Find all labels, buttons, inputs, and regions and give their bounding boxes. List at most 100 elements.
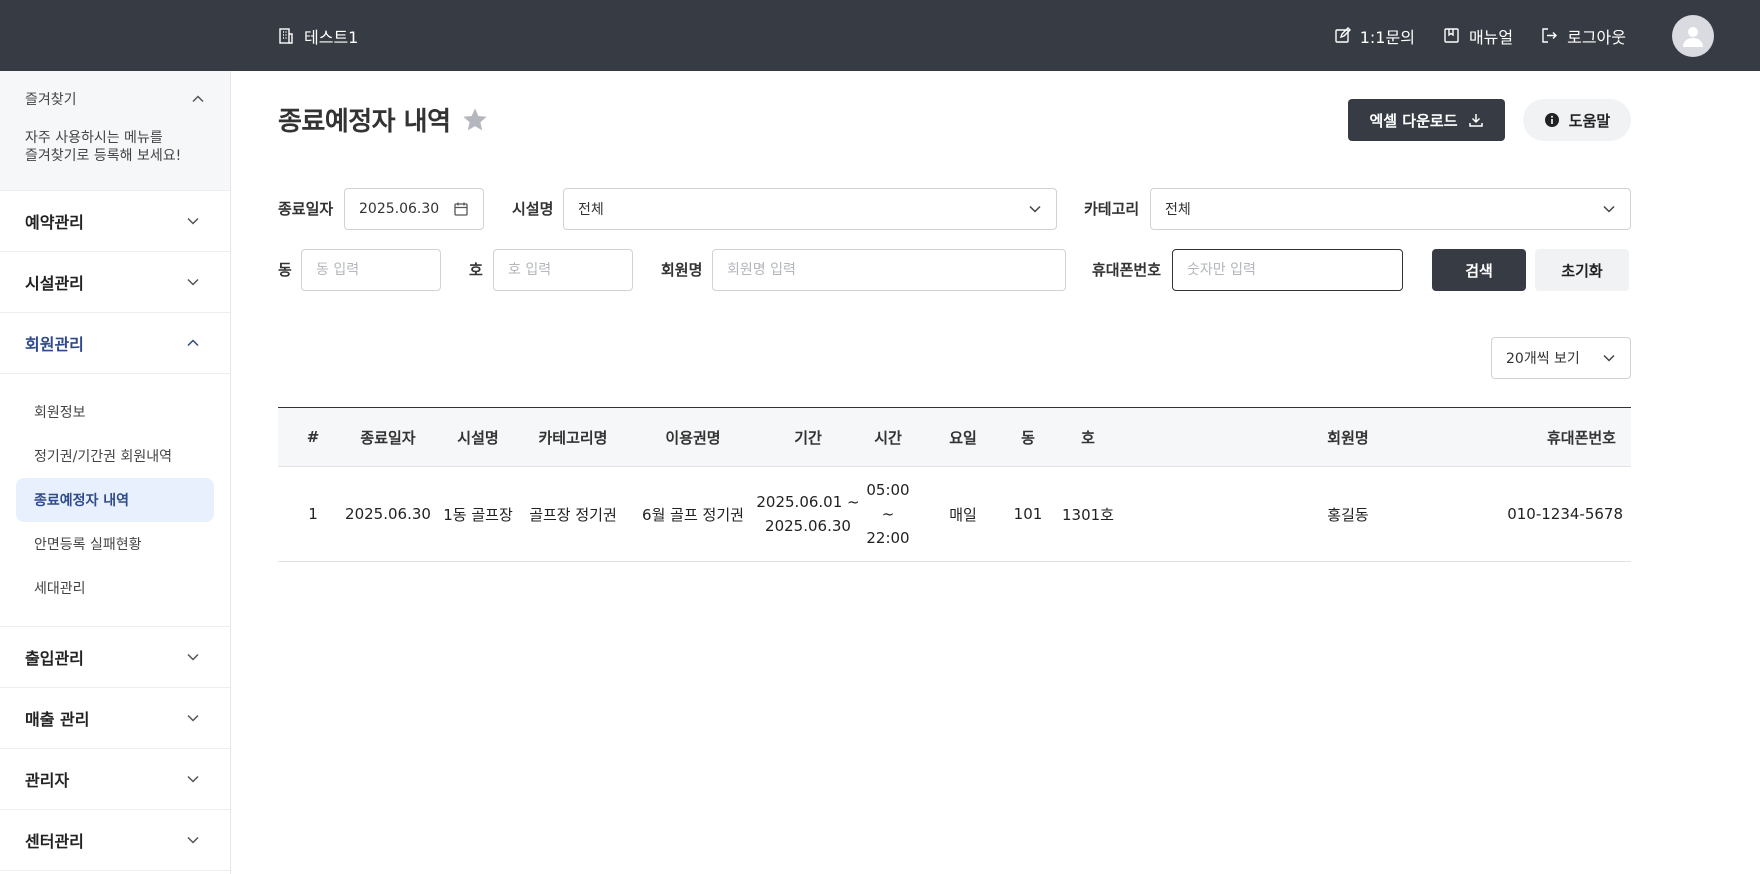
manual-link[interactable]: 매뉴얼 — [1443, 24, 1513, 48]
page-size-value: 20개씩 보기 — [1506, 351, 1580, 367]
members-submenu: 회원정보 정기권/기간권 회원내역 종료예정자 내역 안면등록 실패현황 세대관… — [0, 374, 230, 627]
inquiry-link[interactable]: 1:1문의 — [1334, 24, 1415, 48]
excel-download-button[interactable]: 엑셀 다운로드 — [1348, 99, 1505, 141]
cell-time-start: 05:00 ~ — [866, 481, 910, 523]
cell-dong: 101 — [1013, 505, 1043, 523]
dong-input[interactable] — [301, 249, 441, 291]
favorites-panel: 즐겨찾기 자주 사용하시는 메뉴를 즐겨찾기로 등록해 보세요! — [0, 71, 230, 191]
chevron-down-icon — [186, 772, 200, 786]
phone-input[interactable] — [1172, 249, 1403, 291]
favorites-desc-line2: 즐겨찾기로 등록해 보세요! — [25, 148, 182, 164]
cell-period-start: 2025.06.01 ~ — [756, 493, 860, 511]
reset-button[interactable]: 초기화 — [1535, 249, 1629, 291]
logout-icon — [1541, 27, 1558, 44]
submenu-item-label: 정기권/기간권 회원내역 — [34, 449, 172, 465]
end-date-picker[interactable]: 2025.06.30 — [344, 188, 484, 230]
search-button[interactable]: 검색 — [1432, 249, 1526, 291]
cell-period: 2025.06.01 ~ 2025.06.30 — [753, 467, 863, 561]
cell-end-date: 2025.06.30 — [345, 505, 431, 523]
calendar-icon — [453, 201, 469, 217]
column-header: 종료일자 — [360, 428, 416, 447]
cell-time: 05:00 ~ 22:00 — [858, 467, 918, 561]
submenu-item-label: 종료예정자 내역 — [34, 493, 130, 509]
chevron-down-icon — [186, 711, 200, 725]
user-icon — [1681, 24, 1705, 48]
sidebar-item-sales[interactable]: 매출 관리 — [0, 688, 230, 749]
page-size-select[interactable]: 20개씩 보기 — [1491, 337, 1631, 379]
sidebar-item-label: 시설관리 — [25, 274, 84, 293]
column-header: 회원명 — [1327, 428, 1369, 447]
chevron-down-icon — [186, 214, 200, 228]
sidebar: 즐겨찾기 자주 사용하시는 메뉴를 즐겨찾기로 등록해 보세요! 예약관리 시설… — [0, 71, 231, 874]
book-icon — [1443, 27, 1460, 44]
column-header: 호 — [1081, 428, 1095, 447]
submenu-item-member-info[interactable]: 회원정보 — [16, 390, 214, 434]
favorites-description: 자주 사용하시는 메뉴를 즐겨찾기로 등록해 보세요! — [25, 129, 205, 165]
favorites-title: 즐겨찾기 — [25, 92, 77, 108]
help-button[interactable]: 도움말 — [1523, 99, 1631, 141]
sidebar-item-center[interactable]: 센터관리 — [0, 810, 230, 871]
logout-link[interactable]: 로그아웃 — [1541, 24, 1626, 48]
category-select[interactable]: 전체 — [1150, 188, 1631, 230]
sidebar-item-access[interactable]: 출입관리 — [0, 627, 230, 688]
chevron-down-icon — [186, 833, 200, 847]
member-name-label: 회원명 — [661, 261, 703, 279]
page-title: 종료예정자 내역 — [278, 101, 489, 138]
end-date-value: 2025.06.30 — [359, 201, 440, 217]
inquiry-label: 1:1문의 — [1359, 27, 1415, 47]
logout-label: 로그아웃 — [1567, 27, 1626, 47]
column-header: 기간 — [794, 428, 822, 447]
category-label: 카테고리 — [1084, 200, 1140, 218]
favorites-header[interactable]: 즐겨찾기 — [25, 89, 205, 109]
facility-value: 전체 — [578, 202, 604, 218]
member-name-input[interactable] — [712, 249, 1066, 291]
excel-download-label: 엑셀 다운로드 — [1369, 111, 1458, 130]
chevron-down-icon — [1028, 202, 1042, 216]
page-title-text: 종료예정자 내역 — [278, 107, 451, 137]
column-header: 이용권명 — [665, 428, 721, 447]
favorites-desc-line1: 자주 사용하시는 메뉴를 — [25, 130, 163, 146]
main-content: 종료예정자 내역 엑셀 다운로드 도움말 종료일자 2025.06.30 시설명… — [231, 71, 1760, 874]
submenu-item-pass-members[interactable]: 정기권/기간권 회원내역 — [16, 434, 214, 478]
submenu-item-label: 안면등록 실패현황 — [34, 537, 142, 553]
star-icon[interactable] — [461, 106, 489, 134]
column-header: 동 — [1021, 428, 1035, 447]
cell-ho: 1301호 — [1062, 505, 1114, 524]
ho-input[interactable] — [493, 249, 633, 291]
submenu-item-label: 회원정보 — [34, 405, 86, 421]
building-icon — [277, 27, 295, 45]
chevron-down-icon — [186, 275, 200, 289]
cell-time-end: 22:00 — [866, 529, 910, 547]
org-name[interactable]: 테스트1 — [277, 0, 358, 71]
phone-label: 휴대폰번호 — [1092, 261, 1162, 279]
sidebar-item-label: 출입관리 — [25, 649, 84, 668]
submenu-item-expiring[interactable]: 종료예정자 내역 — [16, 478, 214, 522]
facility-select[interactable]: 전체 — [563, 188, 1057, 230]
edit-icon — [1334, 27, 1351, 44]
column-header: 요일 — [949, 428, 977, 447]
download-icon — [1468, 112, 1484, 128]
sidebar-item-admin[interactable]: 관리자 — [0, 749, 230, 810]
avatar[interactable] — [1672, 14, 1714, 57]
cell-days: 매일 — [949, 505, 977, 524]
table-row[interactable]: 1 2025.06.30 1동 골프장 골프장 정기권 6월 골프 정기권 20… — [278, 467, 1631, 562]
category-value: 전체 — [1165, 202, 1191, 218]
table-header: # 종료일자 시설명 카테고리명 이용권명 기간 시간 요일 동 호 회원명 휴… — [278, 407, 1631, 467]
sidebar-item-reservation[interactable]: 예약관리 — [0, 191, 230, 252]
expiring-members-table: # 종료일자 시설명 카테고리명 이용권명 기간 시간 요일 동 호 회원명 휴… — [278, 407, 1631, 562]
ho-label: 호 — [469, 261, 483, 279]
sidebar-item-members[interactable]: 회원관리 — [0, 313, 230, 374]
submenu-item-label: 세대관리 — [34, 581, 86, 597]
submenu-item-household[interactable]: 세대관리 — [16, 566, 214, 610]
column-header: 시설명 — [457, 428, 499, 447]
column-header: 카테고리명 — [538, 428, 608, 447]
chevron-up-icon — [186, 336, 200, 350]
chevron-down-icon — [186, 650, 200, 664]
submenu-item-face-fail[interactable]: 안면등록 실패현황 — [16, 522, 214, 566]
cell-category: 골프장 정기권 — [529, 505, 617, 524]
sidebar-item-facility[interactable]: 시설관리 — [0, 252, 230, 313]
help-label: 도움말 — [1568, 111, 1611, 130]
cell-facility: 1동 골프장 — [443, 505, 513, 524]
cell-pass-name: 6월 골프 정기권 — [642, 505, 744, 524]
cell-phone: 010-1234-5678 — [1507, 505, 1623, 523]
